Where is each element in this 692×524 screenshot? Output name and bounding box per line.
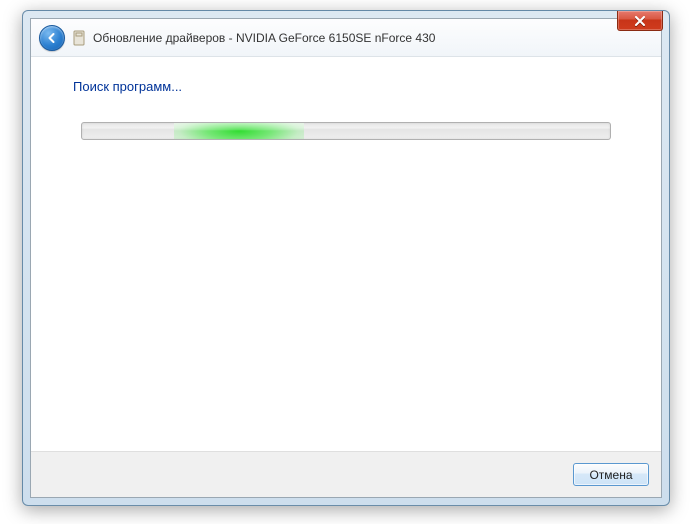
back-button[interactable]	[39, 25, 65, 51]
arrow-left-icon	[45, 31, 59, 45]
close-button[interactable]	[617, 11, 663, 31]
dialog-window: Обновление драйверов - NVIDIA GeForce 61…	[22, 10, 670, 506]
device-icon	[72, 29, 86, 47]
progress-bar	[81, 122, 611, 140]
header-bar: Обновление драйверов - NVIDIA GeForce 61…	[31, 19, 661, 57]
dialog-title: Обновление драйверов - NVIDIA GeForce 61…	[93, 31, 435, 45]
titlebar-buttons	[617, 11, 663, 31]
progress-indicator	[174, 123, 304, 139]
footer-bar: Отмена	[31, 451, 661, 497]
status-heading: Поиск программ...	[67, 79, 625, 94]
close-icon	[634, 16, 646, 26]
content-area: Поиск программ...	[31, 57, 661, 451]
client-area: Обновление драйверов - NVIDIA GeForce 61…	[30, 18, 662, 498]
cancel-button[interactable]: Отмена	[573, 463, 649, 486]
